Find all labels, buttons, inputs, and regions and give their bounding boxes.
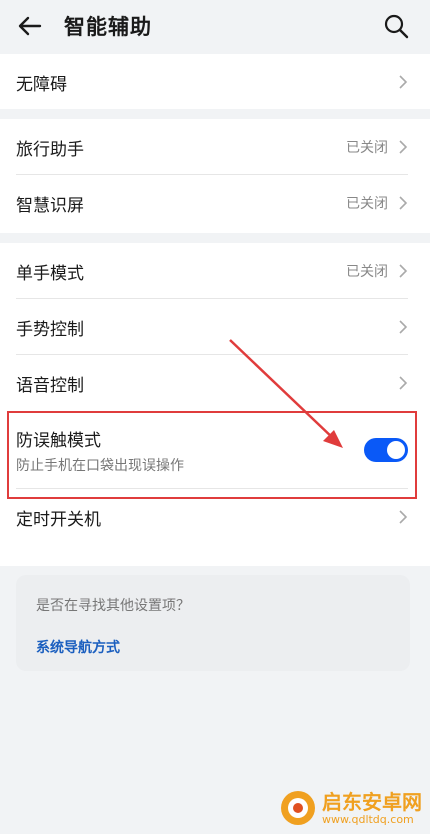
item-label: 语音控制 (16, 375, 84, 396)
settings-group-control: 单手模式 已关闭 手势控制 语音控制 防误触模式 防止手机在口袋出现误操作 定时… (0, 243, 430, 566)
item-status: 已关闭 (346, 264, 388, 280)
list-item-one-hand-mode[interactable]: 单手模式 已关闭 (0, 243, 430, 299)
list-item-smart-screen[interactable]: 智慧识屏 已关闭 (0, 175, 430, 231)
item-status: 已关闭 (346, 196, 388, 212)
back-arrow-icon[interactable] (16, 12, 44, 40)
item-label: 旅行助手 (16, 139, 84, 160)
item-label: 手势控制 (16, 319, 84, 340)
list-item-accessibility[interactable]: 无障碍 (0, 54, 430, 110)
highlight-box (7, 411, 417, 499)
chevron-right-icon (399, 75, 408, 89)
page-title: 智能辅助 (64, 15, 152, 39)
item-label: 智慧识屏 (16, 195, 84, 216)
settings-group-accessibility: 无障碍 (0, 54, 430, 109)
list-item-gesture-control[interactable]: 手势控制 (0, 299, 430, 355)
item-label: 定时开关机 (16, 509, 101, 530)
chevron-right-icon (399, 264, 408, 278)
watermark: 启东安卓网 www.qdltdq.com (278, 788, 422, 828)
watermark-url: www.qdltdq.com (322, 812, 414, 826)
chevron-right-icon (399, 320, 408, 334)
chevron-right-icon (399, 140, 408, 154)
watermark-logo-icon (281, 791, 315, 825)
watermark-name: 启东安卓网 (322, 789, 422, 814)
search-icon[interactable] (382, 12, 410, 40)
chevron-right-icon (399, 376, 408, 390)
item-label: 单手模式 (16, 263, 84, 284)
chevron-right-icon (399, 196, 408, 210)
chevron-right-icon (399, 510, 408, 524)
suggestion-card: 是否在寻找其他设置项？ 系统导航方式 (16, 575, 410, 671)
item-label: 无障碍 (16, 74, 67, 95)
suggestion-question: 是否在寻找其他设置项？ (36, 598, 190, 614)
navigation-mode-link[interactable]: 系统导航方式 (36, 637, 390, 657)
item-status: 已关闭 (346, 140, 388, 156)
list-item-travel-assistant[interactable]: 旅行助手 已关闭 (0, 119, 430, 175)
list-item-voice-control[interactable]: 语音控制 (0, 355, 430, 411)
settings-group-assistant: 旅行助手 已关闭 智慧识屏 已关闭 (0, 119, 430, 233)
header: 智能辅助 (0, 0, 430, 52)
